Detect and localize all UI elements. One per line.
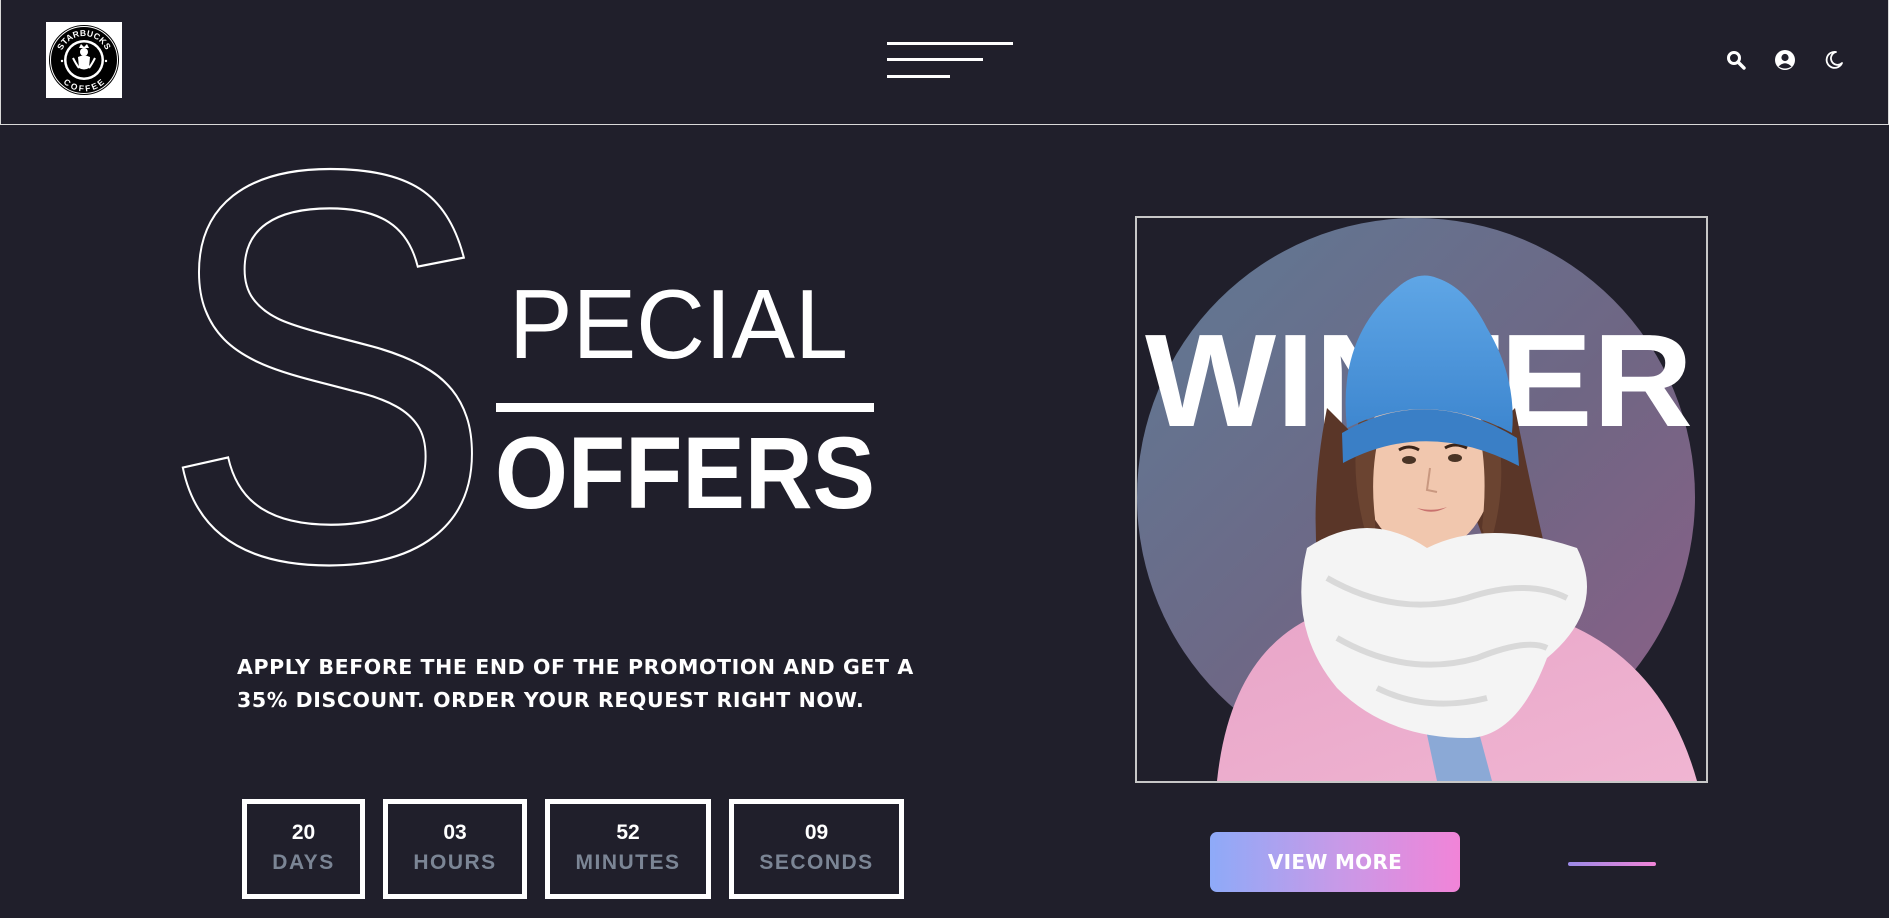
winter-product-image: WINTER [1135,216,1708,783]
slider-indicator[interactable] [1568,862,1656,866]
countdown-days-label: DAYS [272,851,335,874]
countdown-minutes-label: MINUTES [575,851,681,874]
special-offers-title: S PECIAL OFFERS [170,148,875,578]
promo-line-1: Apply before the end of the promotion an… [237,655,914,679]
hero-title-line2: OFFERS [495,416,875,530]
countdown-days-value: 20 [291,821,316,844]
promo-line-2: 35% discount. Order your request right n… [237,688,865,712]
countdown-hours-label: HOURS [413,851,497,874]
countdown-hours: 03 HOURS [383,799,527,899]
title-divider [496,403,874,412]
winter-model-illustration: WINTER [1137,218,1697,781]
countdown-seconds: 09 SECONDS [729,799,904,899]
countdown-minutes-value: 52 [616,821,640,844]
starbucks-logo[interactable]: STARBUCKS COFFEE [46,22,122,98]
countdown-seconds-value: 09 [804,821,829,844]
view-more-button[interactable]: VIEW MORE [1210,832,1460,892]
countdown-minutes: 52 MINUTES [545,799,711,899]
hero-title-line1: PECIAL [509,269,848,379]
moon-icon[interactable] [1822,48,1846,72]
hero-big-letter: S [170,148,495,578]
countdown-days: 20 DAYS [242,799,365,899]
search-icon[interactable] [1724,48,1748,72]
menu-line [887,58,983,61]
site-header: STARBUCKS COFFEE [0,0,1889,125]
countdown-hours-value: 03 [443,821,467,844]
hamburger-menu-icon[interactable] [887,40,1015,84]
countdown-seconds-label: SECONDS [759,851,874,874]
starbucks-logo-icon: STARBUCKS COFFEE [49,25,119,95]
promo-text: Apply before the end of the promotion an… [237,651,937,717]
user-circle-icon[interactable] [1773,48,1797,72]
menu-line [887,42,1013,45]
menu-line [887,75,950,78]
